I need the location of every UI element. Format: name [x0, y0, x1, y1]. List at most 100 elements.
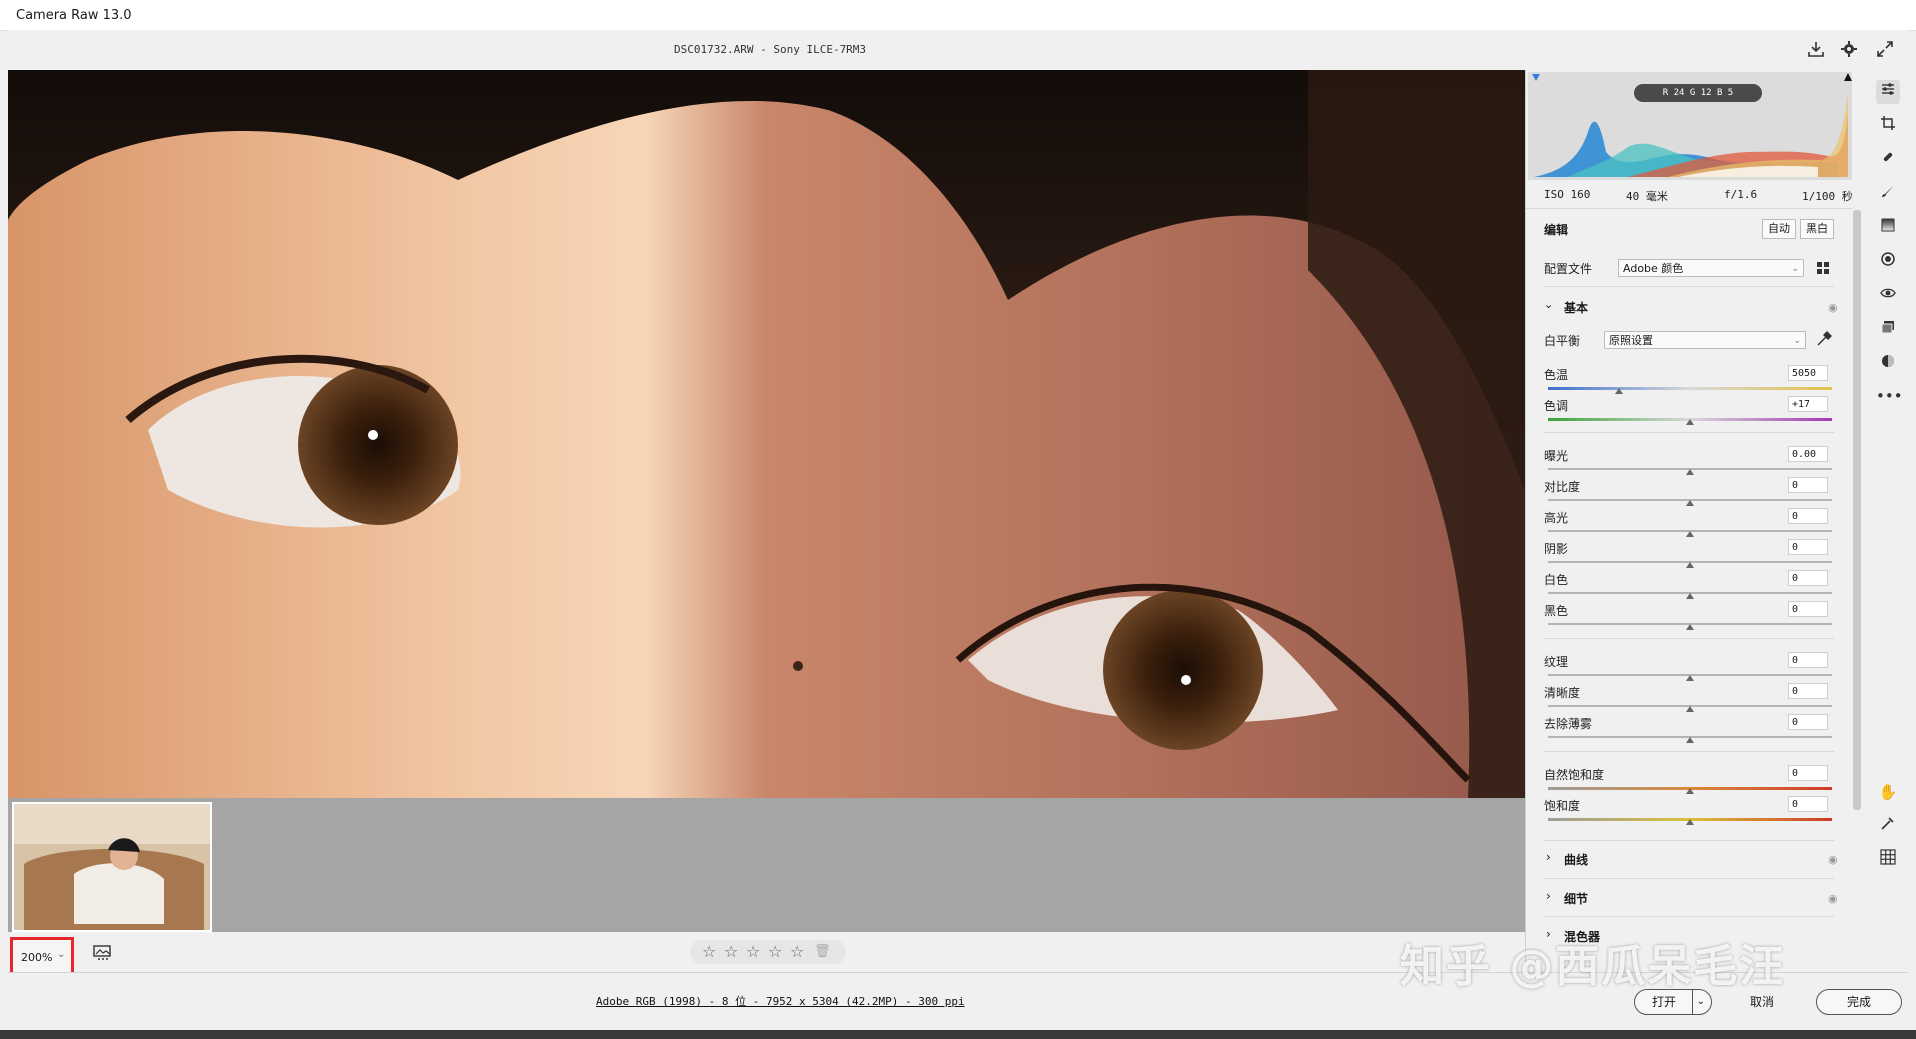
- rgb-readout: R 24 G 12 B 5: [1634, 84, 1762, 102]
- cancel-button[interactable]: 取消: [1750, 993, 1774, 1010]
- histogram: R 24 G 12 B 5: [1528, 72, 1852, 180]
- slider-handle[interactable]: [1686, 624, 1694, 630]
- exif-shutter: 1/100 秒: [1802, 190, 1853, 203]
- slider-value-field[interactable]: 0: [1788, 796, 1828, 812]
- eyedropper-icon[interactable]: [1816, 331, 1832, 347]
- exif-aperture: f/1.6: [1724, 188, 1758, 201]
- slider-value-field[interactable]: 0: [1788, 765, 1828, 781]
- profile-label: 配置文件: [1544, 262, 1593, 276]
- star-icon[interactable]: ☆: [768, 942, 782, 961]
- star-icon[interactable]: ☆: [702, 942, 716, 961]
- slider-handle[interactable]: [1686, 469, 1694, 475]
- slider-handle[interactable]: [1686, 500, 1694, 506]
- filmstrip: [8, 798, 1525, 932]
- edit-panel: R 24 G 12 B 5 ISO 160 40 毫米 f/1.6 1/100 …: [1525, 70, 1856, 972]
- redeye-icon[interactable]: [1876, 284, 1900, 308]
- chevron-right-icon[interactable]: ›: [1546, 850, 1551, 864]
- gradient-filter-icon[interactable]: [1876, 216, 1900, 240]
- snapshots-icon[interactable]: [1876, 318, 1900, 342]
- wb-value: 原照设置: [1609, 334, 1653, 347]
- watermark: 知乎 @西瓜呆毛汪: [1400, 941, 1786, 992]
- slider-handle[interactable]: [1686, 819, 1694, 825]
- slider-value-field[interactable]: +17: [1788, 396, 1828, 412]
- slider-label: 去除薄雾: [1544, 717, 1593, 731]
- star-icon[interactable]: ☆: [724, 942, 738, 961]
- fullscreen-icon[interactable]: [1874, 40, 1896, 60]
- slider-value-field[interactable]: 0.00: [1788, 446, 1828, 462]
- file-header: DSC01732.ARW - Sony ILCE-7RM3: [8, 30, 1908, 70]
- more-icon[interactable]: •••: [1876, 384, 1903, 408]
- filmstrip-toggle-icon[interactable]: [92, 944, 114, 962]
- slider-value-field[interactable]: 0: [1788, 714, 1828, 730]
- open-label: 打开: [1651, 995, 1676, 1009]
- presets-icon[interactable]: [1876, 352, 1900, 376]
- slider-value-field[interactable]: 0: [1788, 477, 1828, 493]
- divider: [1544, 286, 1834, 287]
- wb-select[interactable]: 原照设置 ⌄: [1604, 331, 1806, 349]
- slider-label: 高光: [1544, 511, 1569, 525]
- chevron-down-icon[interactable]: ⌄: [1544, 298, 1553, 311]
- divider: [1544, 916, 1834, 917]
- slider-handle[interactable]: [1686, 593, 1694, 599]
- slider-handle[interactable]: [1686, 531, 1694, 537]
- profile-value: Adobe 颜色: [1623, 262, 1684, 275]
- slider-value-field[interactable]: 0: [1788, 570, 1828, 586]
- panel-scrollbar[interactable]: [1853, 210, 1861, 810]
- brush-icon[interactable]: [1876, 182, 1900, 206]
- slider-handle[interactable]: [1686, 706, 1694, 712]
- auto-button[interactable]: 自动: [1762, 219, 1796, 239]
- eye-icon[interactable]: ◉: [1828, 892, 1838, 905]
- slider-label: 色温: [1544, 368, 1569, 382]
- slider-value-field[interactable]: 0: [1788, 652, 1828, 668]
- gear-icon[interactable]: [1838, 40, 1860, 60]
- slider-label: 阴影: [1544, 542, 1569, 556]
- hand-icon[interactable]: ✋: [1876, 780, 1900, 804]
- curve-section-title[interactable]: 曲线: [1564, 851, 1588, 868]
- divider: [1544, 638, 1834, 639]
- bw-button[interactable]: 黑白: [1800, 219, 1834, 239]
- workflow-options-link[interactable]: Adobe RGB (1998) - 8 位 - 7952 x 5304 (42…: [596, 993, 965, 1009]
- radial-filter-icon[interactable]: [1876, 250, 1900, 274]
- slider-value-field[interactable]: 0: [1788, 601, 1828, 617]
- trash-icon[interactable]: 🗑: [814, 944, 831, 959]
- slider-label: 黑色: [1544, 604, 1569, 618]
- title-bar: Camera Raw 13.0: [0, 0, 1916, 31]
- detail-section-title[interactable]: 细节: [1564, 890, 1588, 907]
- eye-icon[interactable]: ◉: [1828, 853, 1838, 866]
- chevron-down-icon: ⌄: [1791, 264, 1799, 274]
- slider-handle[interactable]: [1686, 788, 1694, 794]
- slider-handle[interactable]: [1686, 562, 1694, 568]
- divider: [1544, 751, 1834, 752]
- slider-handle[interactable]: [1615, 388, 1623, 394]
- eye-icon[interactable]: ◉: [1828, 301, 1838, 314]
- slider-value-field[interactable]: 5050: [1788, 365, 1828, 381]
- slider-label: 白色: [1544, 573, 1569, 587]
- slider-value-field[interactable]: 0: [1788, 683, 1828, 699]
- star-icon[interactable]: ☆: [746, 942, 760, 961]
- slider-value-field[interactable]: 0: [1788, 539, 1828, 555]
- save-icon[interactable]: [1805, 40, 1827, 60]
- filmstrip-thumbnail[interactable]: [12, 802, 212, 932]
- profile-browser-icon[interactable]: [1816, 260, 1830, 274]
- slider-handle[interactable]: [1686, 737, 1694, 743]
- slider-label: 自然饱和度: [1544, 768, 1605, 782]
- chevron-down-icon: ⌄: [1793, 336, 1801, 346]
- star-icon[interactable]: ☆: [790, 942, 804, 961]
- basic-section-title[interactable]: 基本: [1564, 299, 1588, 316]
- slider-value-field[interactable]: 0: [1788, 508, 1828, 524]
- slider-handle[interactable]: [1686, 675, 1694, 681]
- healing-icon[interactable]: [1876, 148, 1900, 172]
- slider-handle[interactable]: [1686, 419, 1694, 425]
- profile-select[interactable]: Adobe 颜色 ⌄: [1618, 259, 1804, 277]
- done-button[interactable]: 完成: [1816, 989, 1902, 1015]
- zoom-select[interactable]: 200% ⌄: [10, 937, 74, 977]
- slider-track[interactable]: [1548, 387, 1832, 390]
- color-sampler-icon[interactable]: [1876, 814, 1900, 838]
- image-preview[interactable]: [8, 70, 1525, 798]
- edit-sliders-icon[interactable]: [1876, 80, 1900, 104]
- divider: [1544, 840, 1834, 841]
- grid-icon[interactable]: [1876, 848, 1900, 872]
- crop-icon[interactable]: [1876, 114, 1900, 138]
- slider-label: 曝光: [1544, 449, 1569, 463]
- chevron-right-icon[interactable]: ›: [1546, 889, 1551, 903]
